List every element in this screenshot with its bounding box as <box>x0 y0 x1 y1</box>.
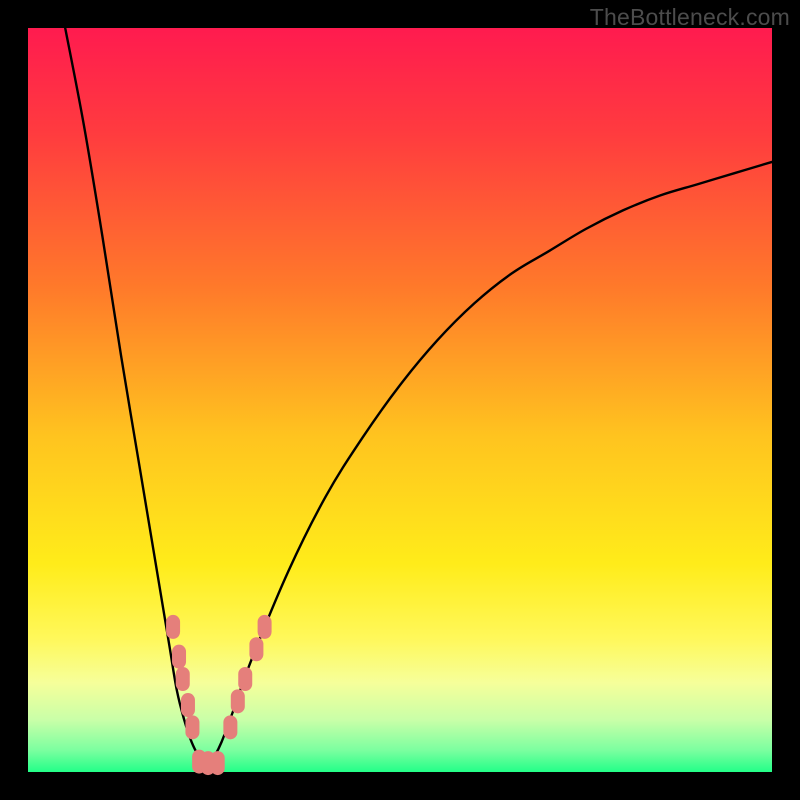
chart-svg <box>28 28 772 772</box>
watermark-text: TheBottleneck.com <box>590 4 790 31</box>
data-marker <box>211 751 225 775</box>
data-marker <box>249 637 263 661</box>
data-marker <box>172 645 186 669</box>
curve-right-branch <box>207 162 772 768</box>
data-marker <box>166 615 180 639</box>
data-marker <box>185 715 199 739</box>
data-marker <box>231 689 245 713</box>
data-marker <box>238 667 252 691</box>
data-marker <box>176 667 190 691</box>
data-marker <box>258 615 272 639</box>
data-marker <box>181 693 195 717</box>
plot-area <box>28 28 772 772</box>
data-marker <box>223 715 237 739</box>
chart-frame: TheBottleneck.com <box>0 0 800 800</box>
